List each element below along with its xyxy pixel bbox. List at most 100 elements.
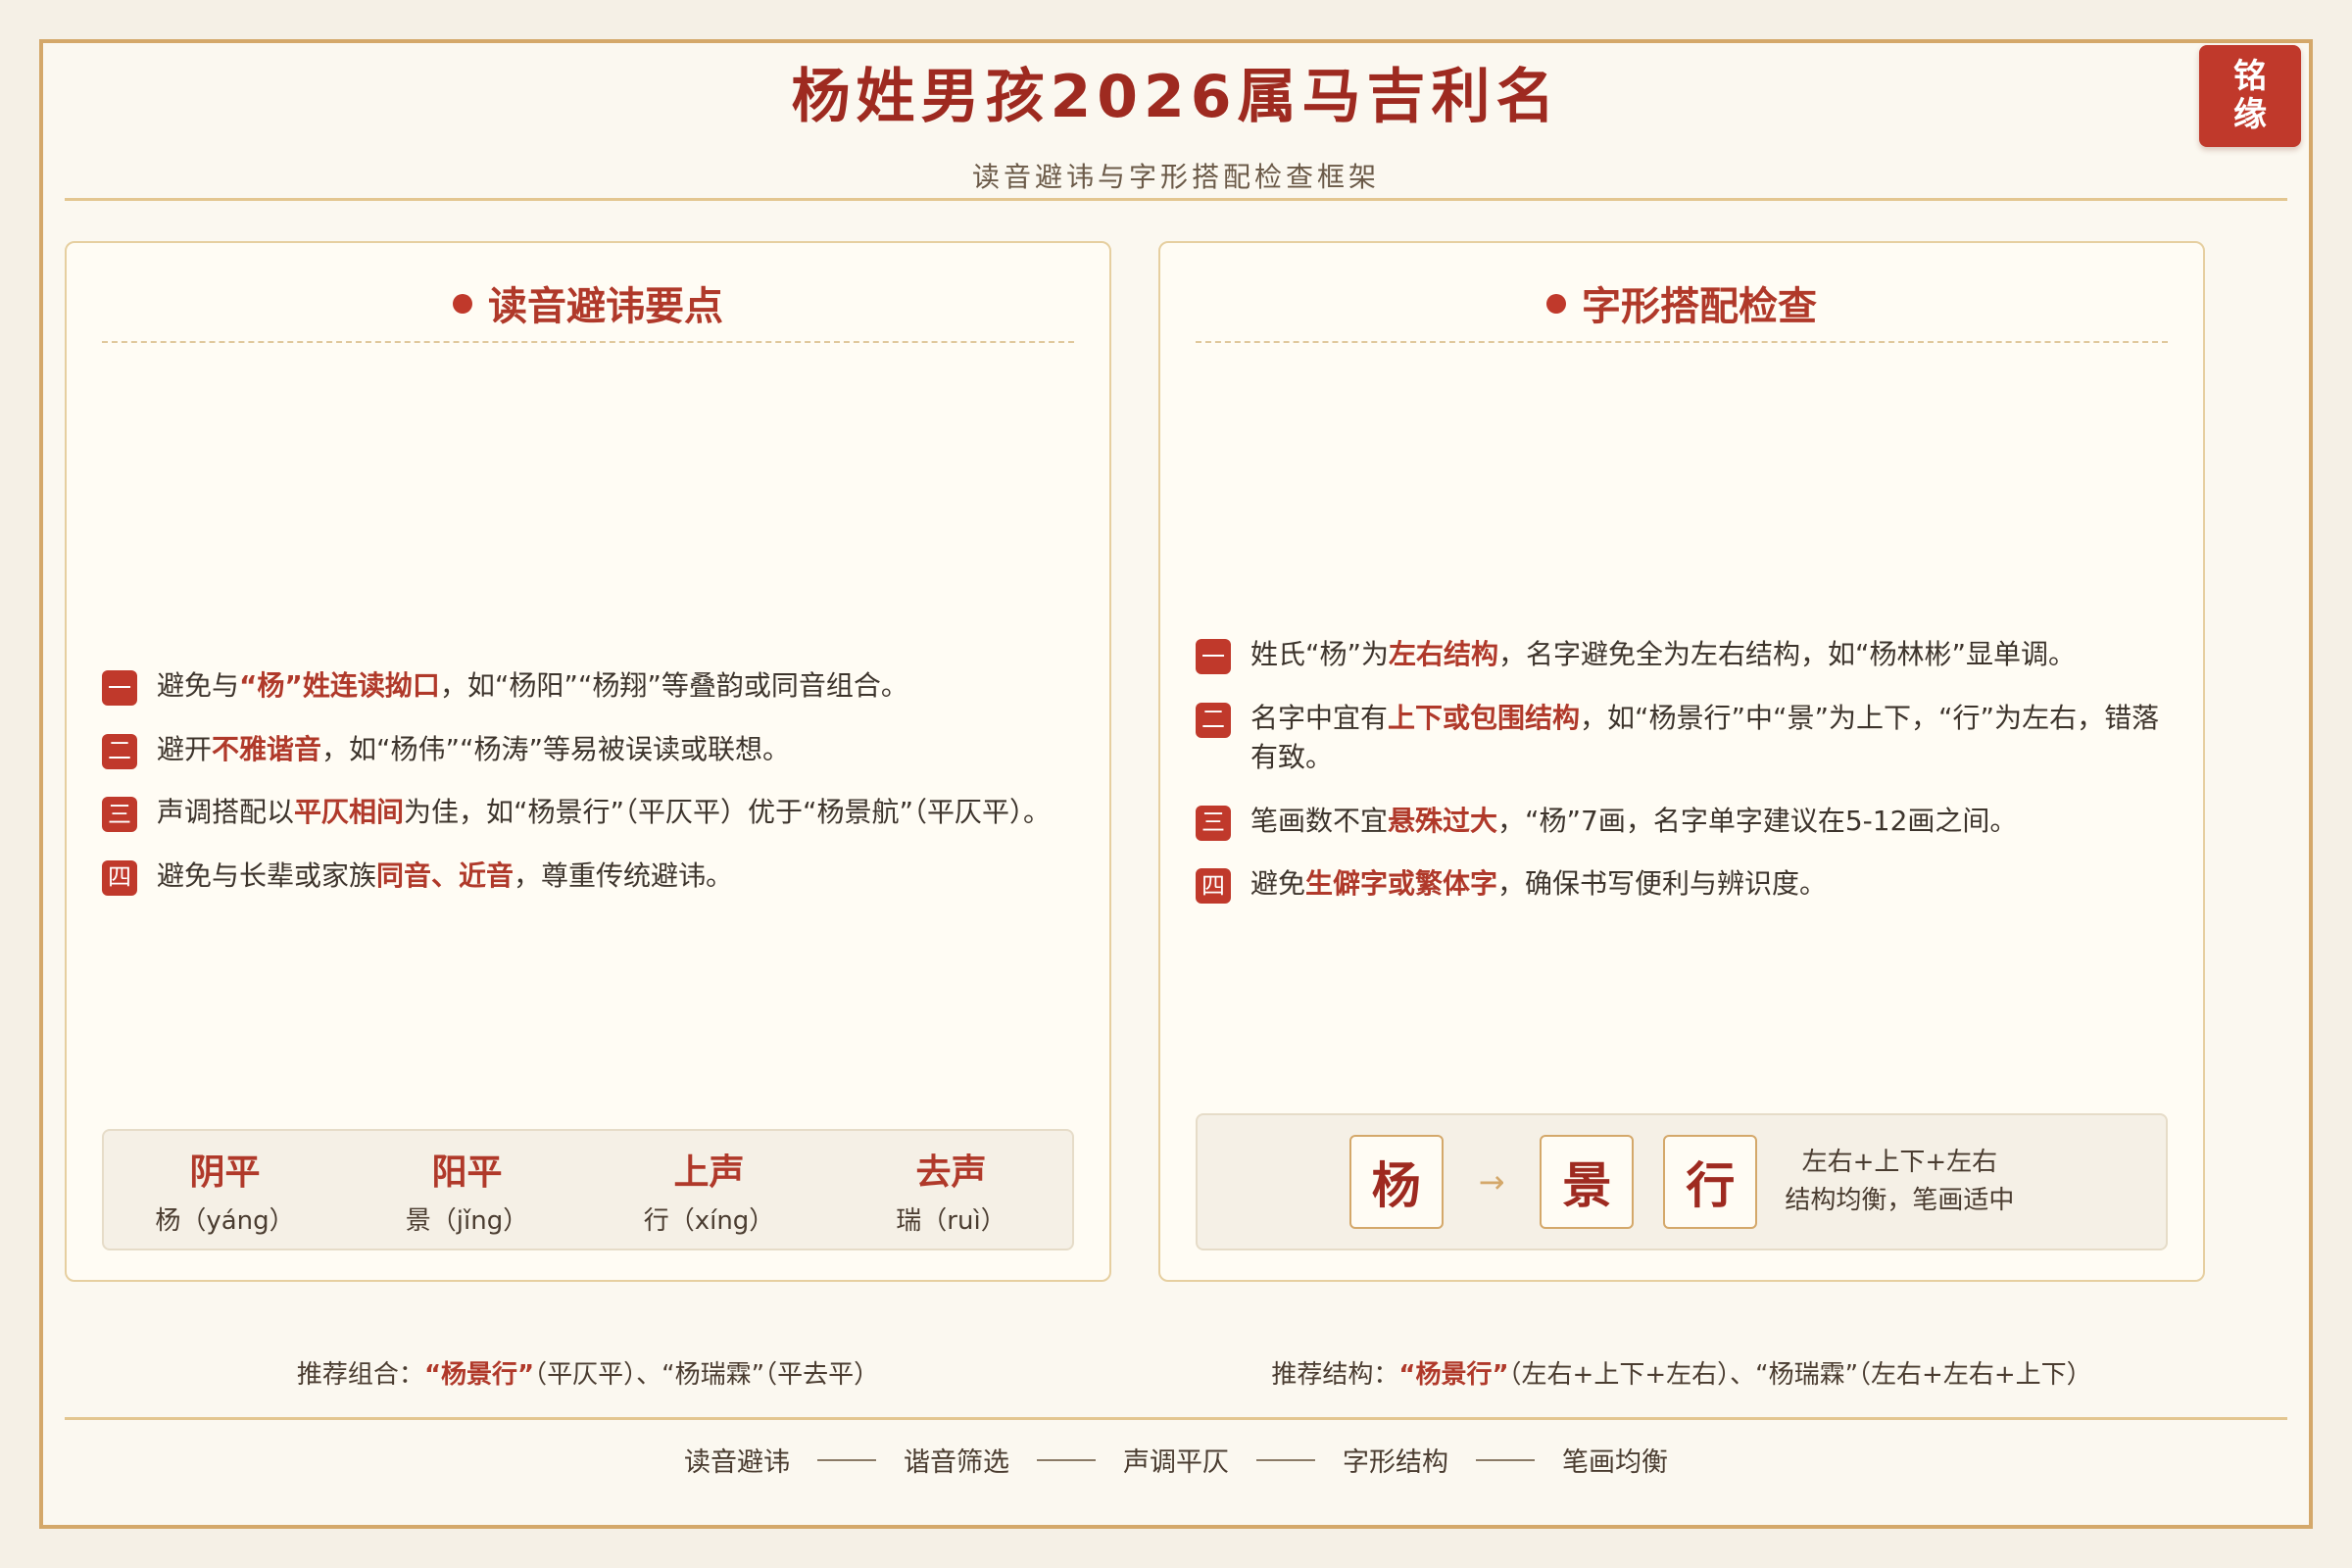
item-text-post: ，“杨”7画，名字单字建议在5-12画之间。 xyxy=(1497,804,2018,837)
character-tile-surname: 杨 xyxy=(1348,1135,1444,1229)
list-item: 三 笔画数不宜悬殊过大，“杨”7画，名字单字建议在5-12画之间。 xyxy=(1196,802,2168,842)
list-item: 二 避开不雅谐音，如“杨伟”“杨涛”等易被误读或联想。 xyxy=(102,730,1074,770)
item-number-badge: 一 xyxy=(1196,639,1231,674)
recommend-highlight: “杨景行” xyxy=(423,1360,535,1390)
character-structure-panel: 字形搭配检查 一 姓氏“杨”为左右结构，名字避免全为左右结构，如“杨林彬”显单调… xyxy=(1158,241,2205,1282)
item-highlight: 左右结构 xyxy=(1389,638,1499,670)
character-tile-given-2: 行 xyxy=(1663,1135,1758,1229)
recommend-label: 推荐组合： xyxy=(296,1360,424,1390)
list-item: 二 名字中宜有上下或包围结构，如“杨景行”中“景”为上下，“行”为左右，错落有致… xyxy=(1196,699,2168,778)
structure-panel-header: 字形搭配检查 xyxy=(1196,274,2168,343)
item-text-pre: 避开 xyxy=(157,732,213,765)
pronunciation-recommendation: 推荐组合：“杨景行”（平仄平）、“杨瑞霖”（平去平） xyxy=(65,1354,1111,1391)
footer-separator xyxy=(1037,1458,1096,1461)
header-divider xyxy=(65,198,2287,201)
list-item: 一 姓氏“杨”为左右结构，名字避免全为左右结构，如“杨林彬”显单调。 xyxy=(1196,635,2168,675)
item-text: 名字中宜有上下或包围结构，如“杨景行”中“景”为上下，“行”为左右，错落有致。 xyxy=(1250,699,2168,778)
item-text: 避开不雅谐音，如“杨伟”“杨涛”等易被误读或联想。 xyxy=(157,730,790,770)
pronunciation-panel-title: 读音避讳要点 xyxy=(488,284,723,329)
tone-card: 阴平 杨（yáng） xyxy=(113,1144,338,1237)
structure-rules-list: 一 姓氏“杨”为左右结构，名字避免全为左右结构，如“杨林彬”显单调。 二 名字中… xyxy=(1196,635,2168,928)
item-text: 姓氏“杨”为左右结构，名字避免全为左右结构，如“杨林彬”显单调。 xyxy=(1250,635,2076,675)
list-item: 四 避免与长辈或家族同音、近音，尊重传统避讳。 xyxy=(102,857,1074,897)
tone-card: 阳平 景（jǐng） xyxy=(355,1144,580,1237)
bullet-dot-icon xyxy=(453,294,472,314)
item-highlight: 不雅谐音 xyxy=(212,732,322,765)
footer-keyword: 声调平仄 xyxy=(1123,1447,1229,1478)
item-text-post: ，如“杨伟”“杨涛”等易被误读或联想。 xyxy=(321,732,791,765)
structure-example-box: 杨 → 景 行 左右+上下+左右 结构均衡，笔画适中 xyxy=(1196,1113,2168,1250)
tone-example: 景（jǐng） xyxy=(405,1205,529,1236)
footer-separator xyxy=(1476,1458,1535,1461)
item-number-badge: 二 xyxy=(102,733,137,769)
item-text-post: ，名字避免全为左右结构，如“杨林彬”显单调。 xyxy=(1498,638,2077,670)
item-number-badge: 三 xyxy=(1196,805,1231,841)
item-number-badge: 二 xyxy=(1196,702,1231,738)
item-text-pre: 笔画数不宜 xyxy=(1250,804,1389,837)
tone-name: 去声 xyxy=(915,1152,987,1193)
tone-card: 去声 瑞（ruì） xyxy=(839,1144,1064,1237)
tone-example: 杨（yáng） xyxy=(155,1205,295,1236)
item-text: 避免生僻字或繁体字，确保书写便利与辨识度。 xyxy=(1250,864,1827,905)
item-highlight: 生僻字或繁体字 xyxy=(1305,867,1498,901)
pronunciation-panel: 读音避讳要点 一 避免与“杨”姓连读拗口，如“杨阳”“杨翔”等叠韵或同音组合。 … xyxy=(65,241,1111,1282)
item-highlight: 悬殊过大 xyxy=(1388,804,1498,837)
page-title: 杨姓男孩2026属马吉利名 xyxy=(791,63,1561,131)
structure-note-line-2: 结构均衡，笔画适中 xyxy=(1785,1186,2015,1215)
footer-separator xyxy=(817,1458,876,1461)
item-number-badge: 一 xyxy=(102,670,137,706)
list-item: 四 避免生僻字或繁体字，确保书写便利与辨识度。 xyxy=(1196,864,2168,905)
seal-char-2: 缘 xyxy=(2233,95,2267,134)
footer-keyword: 谐音筛选 xyxy=(904,1447,1009,1478)
item-text-pre: 名字中宜有 xyxy=(1250,701,1389,734)
character-tile-given-1: 景 xyxy=(1540,1135,1635,1229)
footer-keyword: 笔画均衡 xyxy=(1562,1447,1668,1478)
footer-separator xyxy=(1256,1458,1315,1461)
structure-panel-title: 字形搭配检查 xyxy=(1582,284,1817,329)
pronunciation-rules-list: 一 避免与“杨”姓连读拗口，如“杨阳”“杨翔”等叠韵或同音组合。 二 避开不雅谐… xyxy=(102,666,1074,919)
item-text-pre: 声调搭配以 xyxy=(157,796,295,829)
page-header: 杨姓男孩2026属马吉利名 读音避讳与字形搭配检查框架 xyxy=(0,49,2352,195)
item-text: 避免与长辈或家族同音、近音，尊重传统避讳。 xyxy=(157,857,733,897)
list-item: 一 避免与“杨”姓连读拗口，如“杨阳”“杨翔”等叠韵或同音组合。 xyxy=(102,666,1074,707)
item-text-pre: 姓氏“杨”为 xyxy=(1250,638,1390,670)
item-text: 避免与“杨”姓连读拗口，如“杨阳”“杨翔”等叠韵或同音组合。 xyxy=(157,666,908,707)
structure-recommendation: 推荐结构：“杨景行”（左右+上下+左右）、“杨瑞霖”（左右+左右+上下） xyxy=(1158,1354,2205,1391)
pronunciation-panel-header: 读音避讳要点 xyxy=(102,274,1074,343)
brand-seal: 铭 缘 xyxy=(2199,45,2301,147)
structure-note-line-1: 左右+上下+左右 xyxy=(1801,1148,1998,1177)
item-text-post: ，如“杨阳”“杨翔”等叠韵或同音组合。 xyxy=(439,669,908,702)
bullet-dot-icon xyxy=(1546,294,1566,314)
item-text: 声调搭配以平仄相间为佳，如“杨景行”（平仄平）优于“杨景航”（平仄平）。 xyxy=(157,793,1051,833)
item-highlight: 平仄相间 xyxy=(294,796,405,829)
recommend-rest: （平仄平）、“杨瑞霖”（平去平） xyxy=(534,1360,880,1390)
footer-keyword: 读音避讳 xyxy=(684,1447,790,1478)
item-number-badge: 三 xyxy=(102,797,137,833)
item-text-pre: 避免与长辈或家族 xyxy=(157,858,377,892)
structure-note: 左右+上下+左右 结构均衡，笔画适中 xyxy=(1785,1144,2014,1220)
arrow-right-icon: → xyxy=(1478,1163,1505,1200)
item-text-post: ，尊重传统避讳。 xyxy=(514,858,734,892)
tone-card: 上声 行（xíng） xyxy=(597,1144,822,1237)
item-number-badge: 四 xyxy=(102,859,137,896)
tone-name: 上声 xyxy=(673,1152,745,1193)
tone-example: 行（xíng） xyxy=(643,1205,775,1236)
footer-keywords: 读音避讳 谐音筛选 声调平仄 字形结构 笔画均衡 xyxy=(0,1441,2352,1479)
item-text-pre: 避免与 xyxy=(157,669,240,702)
item-highlight: 同音、近音 xyxy=(376,858,514,892)
recommend-rest: （左右+上下+左右）、“杨瑞霖”（左右+左右+上下） xyxy=(1508,1360,2092,1390)
seal-char-1: 铭 xyxy=(2233,56,2267,96)
footer-divider xyxy=(65,1417,2287,1420)
recommend-highlight: “杨景行” xyxy=(1398,1360,1509,1390)
list-item: 三 声调搭配以平仄相间为佳，如“杨景行”（平仄平）优于“杨景航”（平仄平）。 xyxy=(102,793,1074,833)
item-number-badge: 四 xyxy=(1196,868,1231,905)
page-subtitle: 读音避讳与字形搭配检查框架 xyxy=(971,161,1380,193)
item-highlight: “杨”姓连读拗口 xyxy=(239,669,440,702)
item-text-pre: 避免 xyxy=(1250,867,1306,901)
item-text-post: 为佳，如“杨景行”（平仄平）优于“杨景航”（平仄平）。 xyxy=(404,796,1052,829)
tone-reference-box: 阴平 杨（yáng） 阳平 景（jǐng） 上声 行（xíng） 去声 瑞（ru… xyxy=(102,1129,1074,1250)
tone-name: 阳平 xyxy=(431,1152,503,1193)
item-text-post: ，确保书写便利与辨识度。 xyxy=(1497,867,1828,901)
tone-name: 阴平 xyxy=(189,1152,261,1193)
footer-keyword: 字形结构 xyxy=(1343,1447,1448,1478)
